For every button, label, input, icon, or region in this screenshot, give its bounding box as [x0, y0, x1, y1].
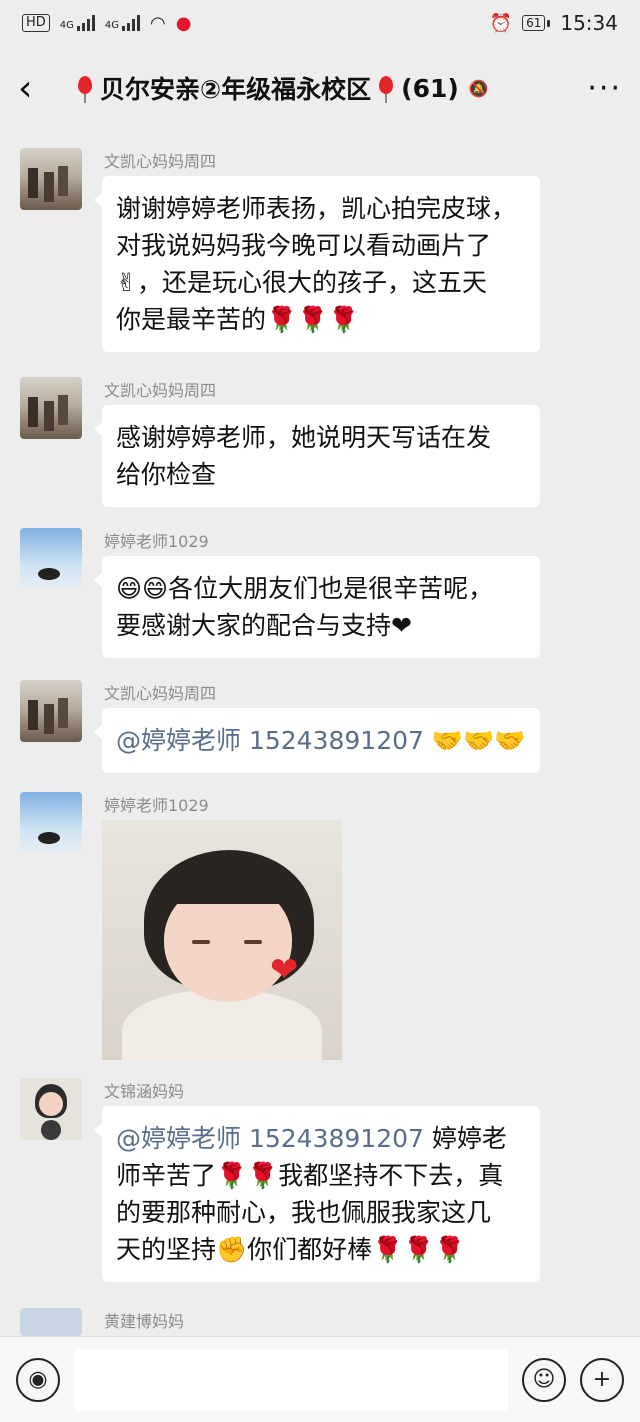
- hd-badge: HD: [22, 14, 50, 32]
- avatar[interactable]: [20, 680, 82, 742]
- message-line: 师辛苦了🌹🌹我都坚持不下去，真: [116, 1161, 504, 1190]
- message-text: 婷婷老: [431, 1124, 507, 1153]
- image-message[interactable]: ❤: [102, 820, 342, 1060]
- sender-name: 婷婷老师1029: [104, 532, 209, 551]
- avatar[interactable]: [20, 1078, 82, 1140]
- status-bar: HD 4G 4G ◠ ● ⏰ 61 15:34: [0, 0, 640, 46]
- mention[interactable]: @婷婷老师: [116, 726, 241, 755]
- message-line: 你是最辛苦的🌹🌹🌹: [116, 305, 360, 334]
- wifi-icon: ◠: [150, 12, 166, 34]
- more-icon[interactable]: ···: [587, 71, 622, 106]
- message-line: 给你检查: [116, 460, 217, 489]
- network-label-2: 4G: [104, 20, 120, 31]
- heart-icon: ❤: [270, 950, 299, 990]
- alarm-icon: ⏰: [489, 12, 513, 34]
- balloon-icon: [76, 76, 94, 103]
- message-line: 要感谢大家的配合与支持❤: [116, 611, 412, 640]
- emoji-icon[interactable]: ☺: [522, 1357, 566, 1402]
- message-line: 谢谢婷婷老师表扬，凯心拍完皮球，: [116, 194, 517, 223]
- status-right: ⏰ 61 15:34: [490, 11, 618, 35]
- message-line: 😄😄各位大朋友们也是很辛苦呢，: [116, 574, 494, 603]
- sender-name: 文凯心妈妈周四: [104, 152, 217, 171]
- status-left: HD 4G 4G ◠ ●: [22, 13, 191, 34]
- message-line: 天的坚持✊你们都好棒🌹🌹🌹: [116, 1235, 466, 1264]
- battery-level: 61: [522, 15, 546, 31]
- clock: 15:34: [560, 11, 618, 35]
- sender-name: 文锦涵妈妈: [104, 1082, 185, 1101]
- chevron-left-icon[interactable]: ‹: [18, 68, 58, 109]
- signal-icon: 4G: [60, 15, 95, 31]
- network-label-1: 4G: [59, 20, 74, 31]
- message-bubble[interactable]: 感谢婷婷老师，她说明天写话在发 给你检查: [94, 405, 540, 507]
- chat-title: 贝尔安亲②年级福永校区 (61) 🔕: [76, 70, 587, 106]
- sender-name: 黄建博妈妈: [104, 1312, 185, 1331]
- plus-icon[interactable]: +: [580, 1357, 624, 1402]
- voice-icon[interactable]: ◉: [16, 1357, 60, 1402]
- message-line: ✌，还是玩心很大的孩子，这五天: [116, 268, 487, 297]
- message-tail: 🤝🤝🤝: [431, 726, 526, 755]
- mute-icon: 🔕: [468, 78, 489, 98]
- battery-icon: 61: [522, 15, 551, 31]
- input-bar: ◉ ☺ +: [0, 1336, 640, 1422]
- phone-link[interactable]: 15243891207: [249, 726, 424, 755]
- message-bubble[interactable]: @婷婷老师 15243891207 🤝🤝🤝: [94, 708, 540, 773]
- signal-icon-2: 4G: [104, 15, 141, 31]
- avatar[interactable]: [20, 377, 82, 439]
- sender-name: 婷婷老师1029: [104, 796, 209, 815]
- message-input[interactable]: [74, 1348, 508, 1411]
- message-line: 的要那种耐心，我也佩服我家这几: [116, 1198, 492, 1227]
- chat-header: ‹ 贝尔安亲②年级福永校区 (61) 🔕 ···: [0, 46, 640, 130]
- mention[interactable]: @婷婷老师: [116, 1124, 241, 1153]
- message-line: @婷婷老师 15243891207 婷婷老: [116, 1120, 526, 1157]
- message-bubble[interactable]: 谢谢婷婷老师表扬，凯心拍完皮球， 对我说妈妈我今晚可以看动画片了 ✌，还是玩心很…: [94, 176, 540, 352]
- weibo-icon: ●: [175, 12, 192, 34]
- sender-name: 文凯心妈妈周四: [104, 381, 217, 400]
- balloon-icon: [377, 76, 395, 103]
- message-line: 对我说妈妈我今晚可以看动画片了: [116, 231, 492, 260]
- message-bubble[interactable]: 😄😄各位大朋友们也是很辛苦呢， 要感谢大家的配合与支持❤: [94, 556, 540, 658]
- phone-link[interactable]: 15243891207: [249, 1124, 424, 1153]
- avatar[interactable]: [20, 792, 82, 854]
- group-name: 贝尔安亲②年级福永校区: [100, 75, 372, 104]
- sender-name: 文凯心妈妈周四: [104, 684, 217, 703]
- message-bubble[interactable]: @婷婷老师 15243891207 婷婷老 师辛苦了🌹🌹我都坚持不下去，真 的要…: [94, 1106, 540, 1282]
- message-line: 感谢婷婷老师，她说明天写话在发: [116, 423, 492, 452]
- member-count: (61): [401, 73, 459, 103]
- avatar[interactable]: [20, 528, 82, 590]
- avatar[interactable]: [20, 148, 82, 210]
- avatar[interactable]: [20, 1308, 82, 1336]
